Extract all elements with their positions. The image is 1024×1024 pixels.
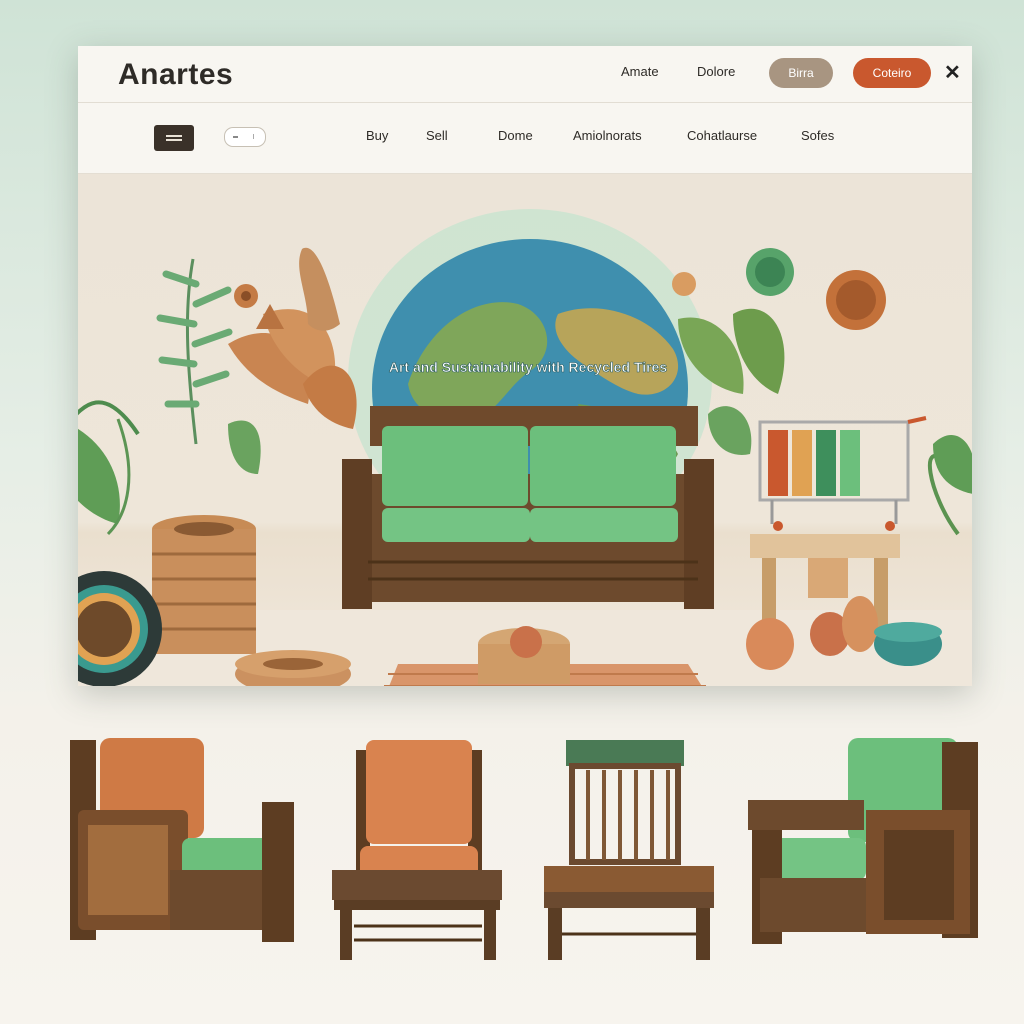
hero-illustration: Art and Sustainability with Recycled Tir… <box>78 209 972 686</box>
primary-button[interactable]: Coteiro <box>853 58 931 88</box>
nav-item-amiolnorats[interactable]: Amiolnorats <box>573 128 642 143</box>
top-link-amate[interactable]: Amate <box>621 64 659 79</box>
chair-product-3[interactable] <box>544 740 714 960</box>
search-input[interactable] <box>224 127 266 147</box>
chair-product-1[interactable] <box>70 738 294 942</box>
nav-item-sell[interactable]: Sell <box>426 128 448 143</box>
nav-item-dome[interactable]: Dome <box>498 128 533 143</box>
nav-bar: Buy Sell Dome Amiolnorats Cohatlaurse So… <box>78 103 972 174</box>
search-icon <box>233 136 238 138</box>
nav-item-sofes[interactable]: Sofes <box>801 128 834 143</box>
hero-banner: Art and Sustainability with Recycled Tir… <box>78 174 972 686</box>
secondary-button[interactable]: Birra <box>769 58 833 88</box>
side-table <box>478 626 570 684</box>
hero-title: Art and Sustainability with Recycled Tir… <box>389 359 667 375</box>
chair-product-2[interactable] <box>332 740 502 960</box>
tire-stack <box>152 515 256 654</box>
top-link-dolore[interactable]: Dolore <box>697 64 735 79</box>
top-bar: Anartes Amate Dolore Birra Coteiro ✕ <box>78 46 972 103</box>
close-icon[interactable]: ✕ <box>944 60 961 85</box>
browser-window: Anartes Amate Dolore Birra Coteiro ✕ Buy… <box>78 46 972 686</box>
flat-tire <box>235 650 351 686</box>
shopping-cart-icon <box>758 416 927 531</box>
brand-logo[interactable]: Anartes <box>118 58 233 92</box>
sofa <box>342 406 714 609</box>
nav-item-buy[interactable]: Buy <box>366 128 388 143</box>
nav-item-cohatlaurse[interactable]: Cohatlaurse <box>687 128 757 143</box>
menu-icon[interactable] <box>154 125 194 151</box>
chair-showcase <box>70 738 978 960</box>
chair-product-4[interactable] <box>748 738 978 944</box>
